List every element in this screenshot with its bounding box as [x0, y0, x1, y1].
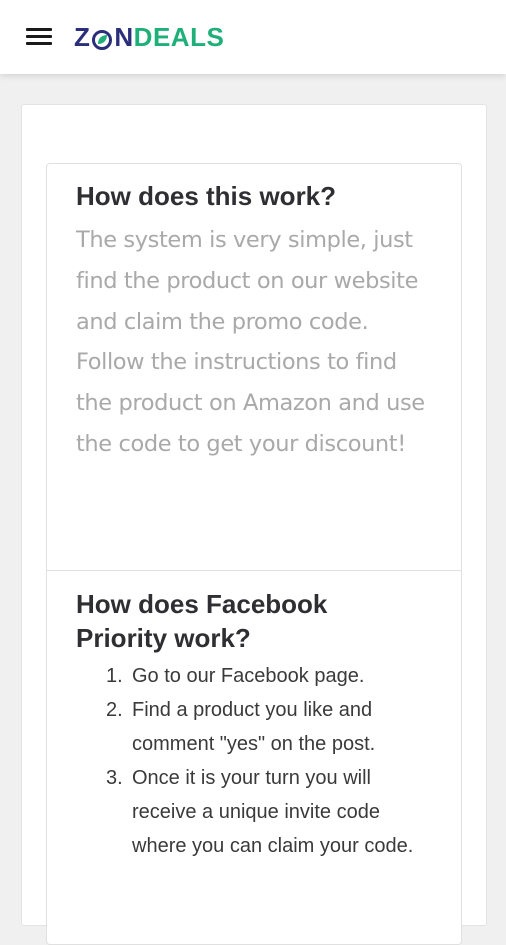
- logo-letter-z: Z: [74, 22, 91, 52]
- step-number: 2.: [106, 699, 123, 721]
- list-item: 3. Once it is your turn you will receive…: [76, 761, 436, 863]
- top-navbar: Z N DEALS: [0, 0, 506, 74]
- step-number: 3.: [106, 767, 123, 789]
- faq-card: How does this work? The system is very s…: [46, 163, 462, 945]
- list-item: 1. Go to our Facebook page.: [76, 659, 436, 693]
- logo-deals-text: DEALS: [133, 22, 225, 52]
- step-text: Once it is your turn you will receive a …: [132, 767, 414, 857]
- facebook-priority-steps: 1. Go to our Facebook page. 2. Find a pr…: [76, 659, 436, 863]
- faq-title-how-it-works: How does this work?: [76, 181, 337, 211]
- hamburger-line: [26, 28, 52, 31]
- logo-leaf-o-icon: [91, 26, 113, 50]
- step-number: 1.: [106, 665, 123, 687]
- step-text: Go to our Facebook page.: [132, 665, 365, 687]
- hamburger-line: [26, 42, 52, 45]
- hamburger-menu-button[interactable]: [26, 27, 52, 47]
- hamburger-line: [26, 35, 52, 38]
- faq-body-how-it-works: The system is very simple, just find the…: [76, 227, 425, 457]
- step-text: Find a product you like and comment "yes…: [132, 699, 376, 755]
- faq-title-facebook-priority: How does Facebook Priority work?: [76, 589, 328, 653]
- faq-section-how-it-works: How does this work? The system is very s…: [47, 164, 461, 571]
- list-item: 2. Find a product you like and comment "…: [76, 693, 436, 761]
- content-card: How does this work? The system is very s…: [21, 104, 487, 945]
- zondeals-logo[interactable]: Z N DEALS: [74, 21, 224, 53]
- logo-letter-n: N: [114, 22, 134, 52]
